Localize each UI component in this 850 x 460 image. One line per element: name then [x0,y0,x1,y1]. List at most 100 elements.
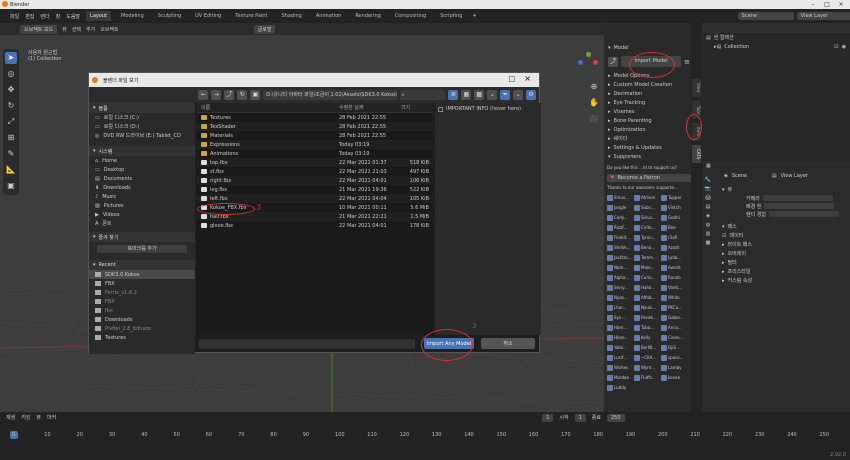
section-custom-model[interactable]: ▸ Custom Model Creation [604,80,702,89]
supporter-item[interactable]: Serry... [607,283,634,292]
tool-icon[interactable]: 🔧 [705,177,711,183]
section-light-path[interactable]: ▸ 라이트 패스 [718,240,850,249]
scale-icon[interactable]: ⤢ [5,116,17,128]
menu-file[interactable]: 파일 [10,13,19,20]
supporter-item[interactable]: Awrint [661,263,688,272]
output-icon[interactable]: 🖨 [705,195,711,201]
world-icon[interactable]: ◍ [706,222,710,228]
tab-compositing[interactable]: Compositing [391,11,430,21]
volume-item[interactable]: ▭ 로컬 디스크 (C:) [89,113,195,122]
texture-icon[interactable]: ▩ [706,240,711,246]
navigation-gizmo[interactable] [577,51,601,75]
tab-animation[interactable]: Animation [312,11,346,21]
menu-window[interactable]: 창 [56,13,61,20]
recent-item[interactable]: FBX [89,297,195,306]
tab-cats[interactable]: CATS [692,145,701,163]
section-eye-tracking[interactable]: ▸ Eye Tracking [604,98,702,107]
view-menu[interactable]: 뷰 [62,26,67,33]
supporter-item[interactable]: Sirius... [634,213,661,222]
supporter-item[interactable]: Mordae [607,373,634,382]
path-field[interactable]: D:\유니티 아바타 파일\조금이 1.01\Assets\SDK3.0 Kok… [263,90,397,100]
move-icon[interactable]: ✥ [5,84,17,96]
supporter-item[interactable]: Runda [661,273,688,282]
marker-menu[interactable]: 마커 [47,414,56,421]
supporter-item[interactable]: PKCa... [661,303,688,312]
section-passes[interactable]: ▾ 패스 [718,222,850,231]
section-supporters[interactable]: ▾ Supporters [604,152,702,161]
system-item[interactable]: ▤ Documents [89,174,195,183]
supporter-item[interactable]: BertB... [634,343,661,352]
tab-sculpting[interactable]: Sculpting [154,11,185,21]
tab-layout[interactable]: Layout [86,11,112,21]
supporter-item[interactable]: Bee [661,223,688,232]
supporter-item[interactable]: Tupper [661,193,688,202]
menu-render[interactable]: 렌더 [40,13,49,20]
file-row[interactable]: left.fbx 22 Mar 2021 04:04 105 KiB [197,194,433,203]
eye-icon[interactable]: ◉ [842,44,846,50]
tab-scripting[interactable]: Scripting [436,11,466,21]
menu-icon[interactable]: ≡ [684,58,690,66]
sort-dropdown-icon[interactable]: ⌄ [487,90,498,100]
patreon-button[interactable]: ♥ Become a Patron [607,174,699,182]
supporter-item[interactable]: Tyron... [634,233,661,242]
maximize-icon[interactable]: □ [820,0,834,9]
model-section-header[interactable]: ▾ Model [604,43,702,52]
supporter-item[interactable]: Hiroe... [607,333,634,342]
section-data[interactable]: ☑ 데이터 [718,231,850,240]
section-filter[interactable]: ▸ 필터 [718,258,850,267]
supporter-item[interactable]: Haha... [634,283,661,292]
supporter-item[interactable]: Godhi [661,213,688,222]
file-row[interactable]: Materials 28 Feb 2021 22:55 [197,131,433,140]
volume-item[interactable]: ◎ DVD RW 드라이브 (E:) Tablet_CD [89,131,195,140]
supporter-item[interactable]: Sirius... [607,193,634,202]
file-row[interactable]: top.fbx 22 Mar 2021 01:37 518 KiB [197,158,433,167]
supporter-item[interactable]: Cinev... [661,333,688,342]
file-row[interactable]: right.fbx 22 Mar 2021 04:01 106 KiB [197,176,433,185]
keying-menu[interactable]: 키잉 [21,414,30,421]
tab-rendering[interactable]: Rendering [351,11,385,21]
supporter-item[interactable]: Ham... [607,323,634,332]
transform-orientation[interactable]: 글로벌 [253,24,276,34]
supporter-item[interactable]: Azuth [661,243,688,252]
file-row[interactable]: leg.fbx 21 Mar 2021 19:36 522 KiB [197,185,433,194]
tab-texture-paint[interactable]: Texture Paint [231,11,271,21]
supporter-item[interactable]: Cody... [607,213,634,222]
system-item[interactable]: ♪ Music [89,192,195,201]
column-size[interactable]: 크기 [401,104,433,111]
supporter-item[interactable]: Kelly [634,333,661,342]
parent-dir-icon[interactable]: ⤴ [224,90,235,100]
start-frame-field[interactable]: 1 [574,413,586,422]
volumes-header[interactable]: ▾ 볼륨 [89,103,195,113]
recent-item[interactable]: FBX [89,279,195,288]
supporter-item[interactable]: Vanit... [661,283,688,292]
add-workspace-icon[interactable]: + [472,13,476,19]
supporter-item[interactable]: Fluffs... [634,373,661,382]
supporter-item[interactable]: Shrikh... [607,243,634,252]
supporter-item[interactable]: Tabo... [634,323,661,332]
dialog-maximize-icon[interactable]: □ [508,75,515,83]
system-item[interactable]: ⬇ Downloads [89,183,195,192]
supporter-item[interactable]: Bena... [634,243,661,252]
filename-field[interactable] [199,339,415,349]
collection-tab-icon[interactable]: ▥ [706,231,711,237]
column-date[interactable]: 수정한 날짜 [339,104,401,111]
volume-item[interactable]: ▭ 로컬 디스크 (D:) [89,122,195,131]
supporter-item[interactable]: ~CKA... [634,353,661,362]
collection-row[interactable]: ▸▤ Collection ☑ ◉ [702,42,850,51]
system-item[interactable]: ⌂ Home [89,156,195,165]
supporter-item[interactable]: Alpha... [607,273,634,282]
recent-item[interactable]: SDK3.0 Kokos [89,270,195,279]
recent-item[interactable]: Ferris_v1.8.2 [89,288,195,297]
supporter-item[interactable]: Lyda... [661,253,688,262]
filter-dropdown-icon[interactable]: ⌄ [513,90,524,100]
tab-modeling[interactable]: Modeling [117,11,148,21]
system-item[interactable]: ▨ Pictures [89,201,195,210]
supporter-item[interactable]: Affob... [634,293,661,302]
file-row[interactable]: Animations Today 03:19 [197,149,433,158]
supporter-item[interactable]: Jacktro... [607,253,634,262]
playback-menu[interactable]: 재생 [6,414,15,421]
object-menu[interactable]: 오브젝트 [100,26,118,33]
add-menu[interactable]: 추가 [86,26,95,33]
supporter-item[interactable]: Curio... [634,273,661,282]
supporter-item[interactable]: Pavak... [634,313,661,322]
